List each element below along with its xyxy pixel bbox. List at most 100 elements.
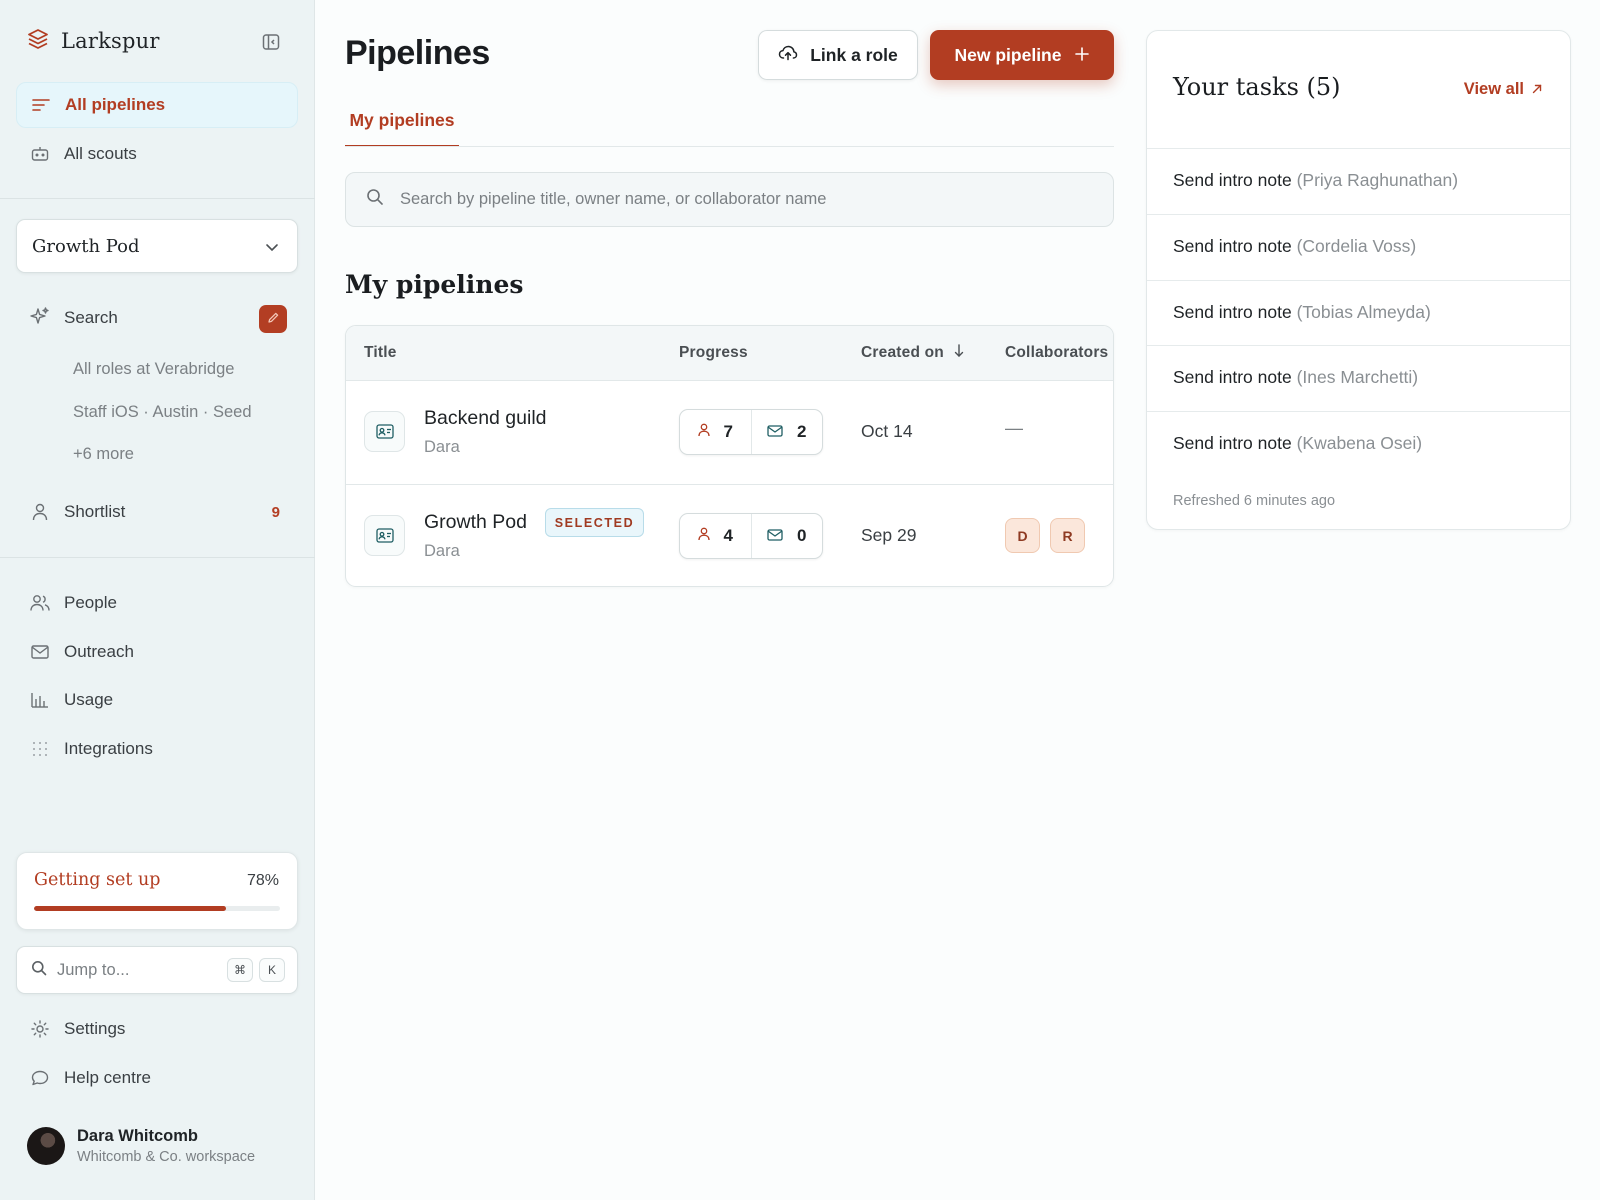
mail-icon (30, 642, 50, 662)
pencil-icon (267, 309, 280, 329)
chevron-down-icon (265, 236, 279, 257)
view-all-label: View all (1463, 80, 1524, 98)
created-on: Oct 14 (861, 421, 913, 441)
jump-to-input[interactable]: Jump to... ⌘ K (16, 946, 298, 994)
chat-bubble-icon (30, 1068, 50, 1088)
new-pipeline-button[interactable]: New pipeline (930, 30, 1114, 80)
column-created-on[interactable]: Created on (861, 344, 964, 362)
nav-people[interactable]: People (16, 580, 298, 626)
pod-select[interactable]: Growth Pod (16, 219, 298, 273)
progress-messages-count: 2 (797, 422, 807, 441)
person-icon (30, 502, 50, 522)
progress-messages: 2 (750, 410, 823, 454)
person-icon (697, 526, 710, 546)
task-person: (Priya Raghunathan) (1296, 170, 1459, 190)
progress-messages: 0 (750, 514, 823, 558)
pod-select-value: Growth Pod (32, 235, 140, 257)
collapse-sidebar-icon[interactable] (261, 32, 281, 52)
gear-icon (30, 1019, 50, 1039)
nav-people-label: People (64, 593, 117, 612)
task-item[interactable]: Send intro note (Kwabena Osei) (1147, 411, 1570, 477)
nav-all-scouts[interactable]: All scouts (16, 131, 298, 177)
page-title: Pipelines (345, 34, 490, 72)
nav-help-centre[interactable]: Help centre (16, 1055, 298, 1101)
new-pipeline-label: New pipeline (954, 44, 1062, 65)
nav-all-scouts-label: All scouts (64, 144, 137, 163)
id-card-icon (364, 515, 405, 556)
brand[interactable]: Larkspur (27, 26, 160, 56)
refreshed-timestamp: Refreshed 6 minutes ago (1173, 493, 1336, 509)
user-profile[interactable]: Dara Whitcomb Whitcomb & Co. workspace (27, 1127, 255, 1165)
tasks-title: Your tasks (5) (1173, 73, 1341, 101)
tab-my-pipelines[interactable]: My pipelines (345, 102, 459, 147)
pipeline-title[interactable]: Backend guild (424, 407, 547, 430)
collaborator-avatar[interactable]: R (1050, 518, 1085, 553)
pipeline-search-placeholder: Search by pipeline title, owner name, or… (400, 190, 827, 208)
link-a-role-button[interactable]: Link a role (758, 30, 918, 80)
nav-search-label: Search (64, 308, 118, 327)
setup-title: Getting set up (34, 870, 161, 890)
nav-search[interactable]: Search (16, 296, 298, 340)
larkspur-logo-icon (27, 28, 49, 55)
nav-all-pipelines-label: All pipelines (65, 95, 166, 114)
selected-badge: SELECTED (545, 508, 644, 537)
progress-people: 4 (680, 514, 751, 558)
collaborator-avatar[interactable]: D (1005, 518, 1040, 553)
brand-name: Larkspur (61, 29, 160, 53)
people-icon (30, 593, 50, 613)
section-title: My pipelines (345, 270, 524, 299)
sidebar: Larkspur All pipelines All scouts Growth… (0, 0, 315, 1200)
task-person: (Cordelia Voss) (1296, 236, 1417, 256)
avatar (27, 1127, 65, 1165)
table-row[interactable]: Growth Pod SELECTED Dara 4 0 Sep 29 D R (346, 484, 1113, 586)
task-person: (Ines Marchetti) (1296, 367, 1419, 387)
task-action: Send intro note (1173, 433, 1292, 453)
nav-settings[interactable]: Settings (16, 1006, 298, 1052)
plus-icon (1075, 45, 1090, 66)
cmd-key: ⌘ (227, 958, 253, 982)
pipeline-title[interactable]: Growth Pod (424, 511, 527, 534)
saved-search-item[interactable]: Staff iOS · Austin · Seed (73, 403, 252, 422)
nav-usage-label: Usage (64, 690, 114, 709)
bar-chart-icon (30, 690, 50, 710)
setup-percent: 78% (246, 872, 279, 889)
column-collaborators[interactable]: Collaborators (1005, 344, 1108, 362)
mail-icon (767, 422, 783, 442)
setup-progress-fill (34, 906, 226, 911)
progress-pill[interactable]: 4 0 (679, 513, 823, 559)
edit-search-button[interactable] (259, 305, 287, 333)
task-item[interactable]: Send intro note (Cordelia Voss) (1147, 214, 1570, 280)
nav-shortlist[interactable]: Shortlist 9 (16, 489, 298, 535)
created-on: Sep 29 (861, 525, 917, 545)
column-progress[interactable]: Progress (679, 344, 748, 362)
nav-integrations[interactable]: Integrations (16, 726, 298, 772)
getting-set-up-card[interactable]: Getting set up 78% (16, 852, 298, 930)
search-icon (31, 960, 47, 981)
task-item[interactable]: Send intro note (Tobias Almeyda) (1147, 280, 1570, 346)
keyboard-shortcut: ⌘ K (227, 958, 285, 982)
pipeline-search-input[interactable]: Search by pipeline title, owner name, or… (345, 172, 1114, 227)
more-searches-link[interactable]: +6 more (73, 445, 134, 464)
arrow-down-icon (954, 344, 964, 362)
view-all-link[interactable]: View all (1464, 80, 1542, 99)
progress-people: 7 (680, 410, 751, 454)
no-collaborators: — (1005, 418, 1023, 438)
progress-pill[interactable]: 7 2 (679, 409, 823, 455)
jump-to-placeholder: Jump to... (57, 960, 130, 979)
saved-search-item[interactable]: All roles at Verabridge (73, 360, 234, 379)
column-created-on-label: Created on (861, 344, 944, 361)
task-person: (Kwabena Osei) (1296, 433, 1423, 453)
k-key: K (259, 958, 285, 982)
user-workspace: Whitcomb & Co. workspace (77, 1149, 256, 1165)
nav-all-pipelines[interactable]: All pipelines (16, 82, 298, 128)
pipeline-owner: Dara (424, 438, 460, 456)
nav-outreach-label: Outreach (64, 642, 134, 661)
sidebar-divider (0, 198, 315, 199)
cloud-upload-icon (778, 45, 798, 66)
nav-outreach[interactable]: Outreach (16, 629, 298, 675)
nav-usage[interactable]: Usage (16, 677, 298, 723)
column-title[interactable]: Title (364, 344, 397, 362)
table-row[interactable]: Backend guild Dara 7 2 Oct 14 — (346, 381, 1113, 484)
task-item[interactable]: Send intro note (Priya Raghunathan) (1147, 148, 1570, 214)
task-item[interactable]: Send intro note (Ines Marchetti) (1147, 345, 1570, 411)
